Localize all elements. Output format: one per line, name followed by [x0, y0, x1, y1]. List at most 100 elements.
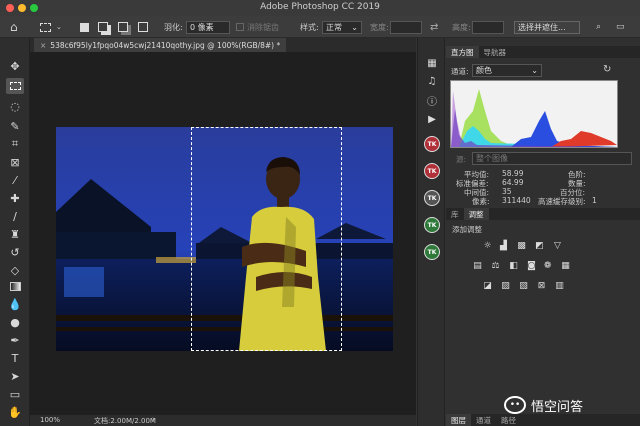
- invert-icon[interactable]: ◪: [482, 280, 493, 291]
- zoom-level[interactable]: 100%: [40, 416, 60, 424]
- black-white-icon[interactable]: ◧: [508, 260, 519, 271]
- home-icon[interactable]: ⌂: [10, 16, 18, 38]
- eraser-tool-icon[interactable]: ◇: [6, 262, 24, 278]
- subtract-selection-icon: [118, 22, 128, 32]
- checkbox-icon: [236, 23, 244, 31]
- style-label: 样式:: [300, 22, 319, 32]
- adjustments-title: 添加调整: [452, 225, 482, 234]
- type-tool-icon[interactable]: T: [6, 350, 24, 366]
- healing-brush-tool-icon[interactable]: ✚: [6, 190, 24, 206]
- watermark: •• 悟空问答: [504, 392, 638, 418]
- curves-icon[interactable]: ▩: [516, 240, 527, 251]
- title-bar: Adobe Photoshop CC 2019: [0, 0, 640, 16]
- posterize-icon[interactable]: ▨: [500, 280, 511, 291]
- search-icon[interactable]: ⌕: [596, 16, 601, 38]
- adjustments-tabs: 库 调整: [446, 208, 640, 220]
- eyedropper-tool-icon[interactable]: ⁄: [6, 172, 24, 188]
- marquee-tool-icon[interactable]: [6, 78, 24, 94]
- selection-marquee[interactable]: [191, 127, 342, 351]
- tab-layers[interactable]: 图层: [446, 414, 471, 426]
- dodge-tool-icon[interactable]: ●: [6, 314, 24, 330]
- swap-dimensions-icon[interactable]: ⇄: [430, 16, 438, 38]
- tools-panel: ✥ ◌ ✎ ⌗ ⊠ ⁄ ✚ ∕ ♜ ↺ ◇ 💧 ● ✒ T ➤ ▭ ✋: [0, 38, 30, 426]
- pixels-value: 311440: [502, 196, 531, 205]
- document-tab-title: 538c6f95ly1fpqo04w5cwj21410qothy.jpg @ 1…: [50, 40, 281, 50]
- select-mask-button[interactable]: 选择并遮住...: [514, 20, 580, 34]
- refresh-icon[interactable]: ↻: [603, 64, 611, 75]
- rect-marquee-preset[interactable]: ⌄: [40, 16, 62, 38]
- brightness-contrast-icon[interactable]: ☼: [482, 240, 493, 251]
- gradient-tool-icon[interactable]: [6, 278, 24, 294]
- exposure-icon[interactable]: ◩: [534, 240, 545, 251]
- move-tool-icon[interactable]: ✥: [6, 58, 24, 74]
- hand-tool-icon[interactable]: ✋: [6, 404, 24, 420]
- gradient-map-icon[interactable]: ⊠: [536, 280, 547, 291]
- brush-tool-icon[interactable]: ∕: [6, 208, 24, 224]
- rectangle-tool-icon[interactable]: ▭: [6, 386, 24, 402]
- histogram-graph: [450, 80, 618, 148]
- antialias-checkbox[interactable]: 消除锯齿: [236, 16, 279, 38]
- chevron-down-icon: ⌄: [531, 66, 538, 75]
- channel-label: 通道:: [451, 67, 469, 76]
- selective-color-icon[interactable]: ▥: [554, 280, 565, 291]
- tab-libraries[interactable]: 库: [446, 208, 464, 220]
- std-value: 64.99: [502, 178, 524, 187]
- clone-stamp-tool-icon[interactable]: ♜: [6, 226, 24, 242]
- play-icon[interactable]: ▶: [425, 112, 439, 126]
- mean-value: 58.99: [502, 169, 524, 178]
- lasso-tool-icon[interactable]: ◌: [6, 98, 24, 114]
- hue-saturation-icon[interactable]: ▤: [472, 260, 483, 271]
- levels-icon[interactable]: ▟: [498, 240, 509, 251]
- width-input[interactable]: [390, 20, 422, 34]
- close-tab-icon[interactable]: ×: [40, 41, 46, 50]
- intersect-selection-icon: [138, 22, 148, 32]
- color-lookup-icon[interactable]: ▦: [560, 260, 571, 271]
- tab-navigator[interactable]: 导航器: [479, 46, 512, 58]
- info-icon[interactable]: ⓘ: [425, 93, 439, 108]
- actions-icon[interactable]: ♫: [425, 74, 439, 88]
- chevron-down-icon: ⌄: [56, 23, 62, 31]
- pen-tool-icon[interactable]: ✒: [6, 332, 24, 348]
- crop-tool-icon[interactable]: ⌗: [6, 136, 24, 152]
- channel-value: 颜色: [476, 66, 492, 75]
- tab-histogram[interactable]: 直方图: [446, 46, 479, 58]
- feather-input[interactable]: 0 像素: [186, 20, 230, 34]
- color-balance-icon[interactable]: ⚖: [490, 260, 501, 271]
- tk-plugin-icon-3[interactable]: TK: [424, 190, 440, 206]
- style-select[interactable]: 正常 ⌄: [322, 20, 362, 34]
- median-value: 35: [502, 187, 512, 196]
- chevron-down-icon: ⌄: [351, 22, 358, 32]
- channel-select[interactable]: 颜色 ⌄: [472, 64, 542, 77]
- document-tab[interactable]: × 538c6f95ly1fpqo04w5cwj21410qothy.jpg @…: [34, 38, 287, 52]
- chat-bubble-icon: ••: [504, 396, 526, 414]
- height-input[interactable]: [472, 20, 504, 34]
- source-select[interactable]: 整个图像: [472, 152, 632, 165]
- histogram-tabs: 直方图 导航器: [446, 46, 640, 58]
- subtract-selection-button[interactable]: [118, 16, 128, 38]
- photo-filter-icon[interactable]: ◙: [526, 260, 537, 271]
- frame-tool-icon[interactable]: ⊠: [6, 154, 24, 170]
- tab-channels[interactable]: 通道: [471, 414, 496, 426]
- new-selection-button[interactable]: [80, 16, 89, 38]
- marquee-icon: [40, 22, 51, 32]
- tab-adjustments[interactable]: 调整: [463, 208, 489, 220]
- style-value: 正常: [326, 22, 342, 32]
- tk-plugin-icon-1[interactable]: TK: [424, 136, 440, 152]
- status-arrow-icon[interactable]: ›: [152, 415, 155, 423]
- tk-plugin-icon-5[interactable]: TK: [424, 244, 440, 260]
- channel-mixer-icon[interactable]: ❁: [542, 260, 553, 271]
- add-selection-button[interactable]: [98, 16, 108, 38]
- tk-plugin-icon-4[interactable]: TK: [424, 217, 440, 233]
- quick-select-tool-icon[interactable]: ✎: [6, 118, 24, 134]
- path-selection-tool-icon[interactable]: ➤: [6, 368, 24, 384]
- intersect-selection-button[interactable]: [138, 16, 148, 38]
- workspace-icon[interactable]: ▭: [616, 16, 625, 38]
- history-brush-tool-icon[interactable]: ↺: [6, 244, 24, 260]
- add-selection-icon: [98, 22, 108, 32]
- blur-tool-icon[interactable]: 💧: [6, 296, 24, 312]
- history-icon[interactable]: ▦: [425, 56, 439, 70]
- feather-label: 羽化:: [164, 22, 183, 32]
- tk-plugin-icon-2[interactable]: TK: [424, 163, 440, 179]
- threshold-icon[interactable]: ▧: [518, 280, 529, 291]
- vibrance-icon[interactable]: ▽: [552, 240, 563, 251]
